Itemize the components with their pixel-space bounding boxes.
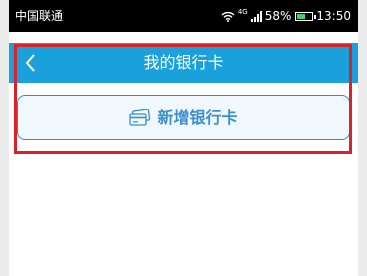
status-bar: 中国联通 4G 58% 13:50 xyxy=(9,0,358,32)
battery-level-fill xyxy=(297,13,306,19)
signal-icon xyxy=(250,10,262,22)
bank-card-icon xyxy=(129,108,151,126)
network-type: 4G xyxy=(237,8,248,16)
page-title: 我的银行卡 xyxy=(143,53,224,72)
battery-icon xyxy=(295,11,317,21)
status-indicators: 4G 58% 13:50 xyxy=(218,8,351,24)
nav-bar: 我的银行卡 xyxy=(9,43,358,83)
battery-percent: 58% xyxy=(264,9,292,23)
clock: 13:50 xyxy=(316,9,351,23)
page: 中国联通 4G 58% 13:50 我的银行卡 新增银行卡 xyxy=(9,0,358,276)
carrier-name: 中国联通 xyxy=(15,9,64,23)
add-bank-card-button[interactable]: 新增银行卡 xyxy=(17,95,350,140)
wifi-icon xyxy=(221,11,235,22)
add-bank-card-label: 新增银行卡 xyxy=(157,107,238,127)
